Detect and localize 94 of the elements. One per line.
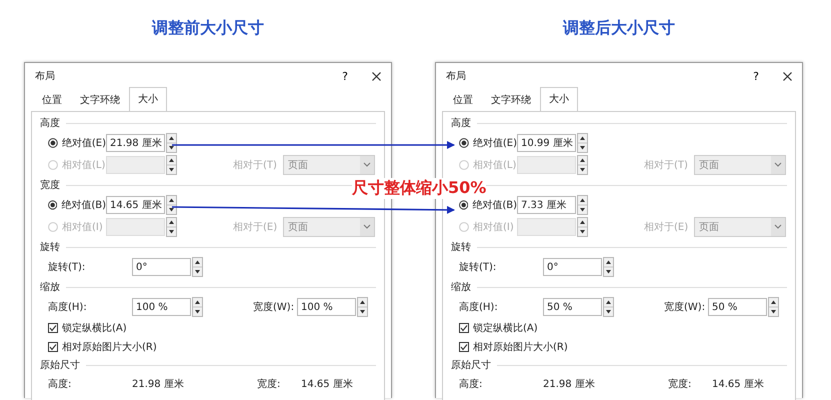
help-button[interactable]: ? — [342, 70, 348, 82]
section-title: 旋转 — [451, 240, 471, 254]
tab[interactable]: 文字环绕 — [71, 88, 129, 111]
tab[interactable]: 位置 — [33, 88, 71, 111]
field-label: 旋转(T): — [48, 260, 86, 274]
close-icon[interactable] — [372, 72, 381, 80]
input-field[interactable]: 0° — [543, 258, 602, 276]
radio-label: 相对值(L) — [473, 158, 516, 172]
help-button[interactable]: ? — [753, 70, 759, 82]
radio-button[interactable] — [459, 200, 468, 210]
radio-label: 绝对值(B) — [472, 198, 517, 212]
caret-icon — [360, 156, 374, 174]
spinner-button[interactable] — [192, 297, 203, 317]
field-label: 宽度: — [668, 378, 692, 390]
heading: 调整前大小尺寸 — [152, 18, 264, 38]
section-title: 缩放 — [451, 280, 471, 294]
field-label: 旋转(T): — [459, 260, 498, 274]
spinner-button[interactable] — [166, 155, 177, 175]
tab[interactable]: 位置 — [444, 88, 482, 111]
section-title: 高度 — [40, 116, 60, 130]
radio-button[interactable] — [48, 138, 58, 148]
spinner-button[interactable] — [577, 217, 588, 237]
spinner-button[interactable] — [603, 257, 614, 277]
field-label: 宽度: — [257, 378, 282, 390]
spinner-button[interactable] — [577, 195, 588, 215]
checkbox[interactable] — [459, 342, 469, 352]
field-label: 相对于(E) — [644, 220, 690, 234]
spinner-button[interactable] — [357, 297, 368, 317]
input-field[interactable]: 0° — [132, 258, 191, 276]
field-label: 相对于(T) — [233, 158, 278, 172]
caret-icon — [360, 218, 374, 236]
input-field[interactable] — [106, 156, 165, 174]
input-field[interactable]: 21.98 厘米 — [106, 134, 165, 152]
radio-label: 相对值(L) — [62, 158, 106, 172]
radio-label: 绝对值(B) — [61, 198, 106, 212]
input-field[interactable] — [517, 156, 576, 174]
checkbox-label: 相对原始图片大小(R) — [62, 340, 157, 354]
spinner-button[interactable] — [768, 297, 779, 317]
input-field[interactable]: 50 % — [708, 298, 767, 316]
section-title: 宽度 — [40, 178, 60, 192]
spinner-button[interactable] — [192, 257, 203, 277]
field-label: 相对于(T) — [644, 158, 689, 172]
radio-label: 绝对值(E) — [62, 136, 106, 150]
radio-label: 绝对值(E) — [472, 136, 517, 150]
spinner-button[interactable] — [577, 133, 588, 153]
tab[interactable]: 大小 — [540, 87, 578, 111]
input-field[interactable] — [106, 218, 165, 236]
value-text: 14.65 厘米 — [712, 378, 764, 390]
section-title: 旋转 — [40, 240, 60, 254]
radio-label: 相对值(I) — [62, 220, 103, 234]
field-label: 高度(H): — [48, 300, 88, 314]
section-title: 原始尺寸 — [40, 358, 80, 372]
spinner-button[interactable] — [166, 217, 177, 237]
value-text: 21.98 厘米 — [543, 378, 596, 390]
checkbox[interactable] — [48, 322, 58, 332]
radio-button[interactable] — [48, 200, 58, 210]
dialog-title: 布局 — [35, 70, 56, 83]
checkbox-label: 锁定纵横比(A) — [62, 322, 127, 334]
input-field[interactable]: 50 % — [543, 298, 602, 316]
input-field[interactable]: 100 % — [297, 298, 356, 316]
section-title: 缩放 — [40, 280, 60, 294]
checkbox[interactable] — [48, 342, 58, 352]
spinner-button[interactable] — [577, 155, 588, 175]
input-field[interactable]: 100 % — [132, 298, 191, 316]
radio-label: 相对值(I) — [473, 220, 514, 234]
input-field[interactable] — [517, 218, 576, 236]
tab[interactable]: 文字环绕 — [482, 88, 540, 111]
checkbox[interactable] — [459, 322, 469, 332]
checkbox-label: 相对原始图片大小(R) — [473, 340, 568, 354]
checkbox-label: 锁定纵横比(A) — [473, 322, 538, 334]
annotation-text: 尺寸整体缩小50% — [352, 178, 486, 199]
value-text: 21.98 厘米 — [132, 378, 185, 390]
radio-button[interactable] — [459, 138, 469, 148]
input-field[interactable]: 10.99 厘米 — [517, 134, 576, 152]
input-field[interactable]: 14.65 厘米 — [106, 196, 165, 214]
field-label: 宽度(W): — [253, 300, 296, 314]
dialog-title: 布局 — [446, 70, 467, 83]
field-label: 高度(H): — [459, 300, 499, 314]
close-icon[interactable] — [783, 72, 792, 80]
caret-icon — [771, 156, 785, 174]
tab[interactable]: 大小 — [129, 87, 167, 111]
spinner-button[interactable] — [603, 297, 614, 317]
field-label: 高度: — [459, 378, 484, 390]
caret-icon — [771, 218, 785, 236]
field-label: 高度: — [48, 378, 72, 390]
spinner-button[interactable] — [166, 195, 177, 215]
field-label: 相对于(E) — [233, 220, 278, 234]
field-label: 宽度(W): — [664, 300, 706, 314]
input-field[interactable]: 7.33 厘米 — [517, 196, 576, 214]
heading: 调整后大小尺寸 — [563, 18, 675, 38]
section-title: 原始尺寸 — [451, 358, 491, 372]
spinner-button[interactable] — [166, 133, 177, 153]
section-title: 高度 — [451, 116, 471, 130]
value-text: 14.65 厘米 — [301, 378, 353, 390]
